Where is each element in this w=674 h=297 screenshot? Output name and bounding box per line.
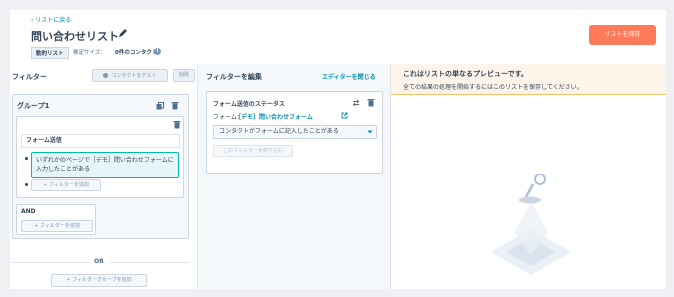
copy-icon[interactable] xyxy=(156,102,164,110)
chevron-down-icon xyxy=(367,130,373,134)
preview-description: 全ての結果の処理を開始するにはこのリストを保存してください。 xyxy=(403,84,583,91)
add-filter-group-button[interactable]: + フィルターグループを追加 xyxy=(51,274,147,287)
refine-filter-button[interactable]: このフィルターを絞り込む xyxy=(213,145,293,157)
preview-panel: これはリストの単なるプレビューです。 全ての結果の処理を開始するにはこのリストを… xyxy=(391,64,666,289)
trash-icon[interactable] xyxy=(171,101,179,110)
condition-select[interactable]: コンタクトがフォームに記入したことがある xyxy=(213,125,377,139)
person-icon xyxy=(103,73,109,78)
add-filter-bullet xyxy=(25,183,28,186)
form-status-title: フォーム送信のステータス xyxy=(213,101,285,108)
and-label: AND xyxy=(21,208,36,215)
group-title: グループ1 xyxy=(17,102,50,110)
filters-panel-header: フィルター コンタクトをテスト 削除 xyxy=(10,64,198,88)
or-divider-right xyxy=(110,262,190,263)
test-contact-label: コンタクトをテスト xyxy=(111,73,157,79)
filter-card: フォーム送信 いずれかのページで［デモ］問い合わせフォームに入力したことがある … xyxy=(16,116,184,198)
info-icon[interactable]: i xyxy=(154,48,161,55)
add-filter-button[interactable]: + フィルターを追加 xyxy=(31,179,101,191)
filter-editor-panel: フィルターを編集 エディターを閉じる フォーム送信のステータス フォーム： ［デ… xyxy=(198,64,391,289)
page-title: 問い合わせリスト xyxy=(31,30,119,43)
save-list-button[interactable]: リストを保存 xyxy=(589,25,656,45)
preview-title: これはリストの単なるプレビューです。 xyxy=(403,70,528,78)
magnifier-illustration xyxy=(491,174,571,275)
trash-icon[interactable] xyxy=(367,98,375,107)
swap-icon[interactable] xyxy=(352,99,360,107)
back-to-lists-link[interactable]: ‹ リストに戻る xyxy=(31,15,71,24)
condition-select-value: コンタクトがフォームに記入したことがある xyxy=(219,128,339,135)
or-label: OR xyxy=(94,258,104,265)
preview-banner: これはリストの単なるプレビューです。 全ての結果の処理を開始するにはこのリストを… xyxy=(391,64,666,95)
and-block: AND + フィルターを追加 xyxy=(16,204,96,235)
filters-panel: フィルター コンタクトをテスト 削除 グループ1 フォーム送信 いずれかのページ… xyxy=(10,64,198,289)
filter-group-card: グループ1 フォーム送信 いずれかのページで［デモ］問い合わせフォームに入力した… xyxy=(12,94,189,239)
external-link-icon[interactable] xyxy=(341,112,348,119)
delete-filters-button[interactable]: 削除 xyxy=(173,69,195,82)
edit-filter-title: フィルターを編集 xyxy=(206,73,262,81)
pencil-icon[interactable] xyxy=(117,27,129,39)
editor-filter-card: フォーム送信のステータス フォーム： ［デモ］問い合わせフォーム コンタクトがフ… xyxy=(206,91,383,174)
filter-type-label: フォーム送信 xyxy=(21,134,180,148)
or-divider-left xyxy=(12,262,90,263)
estimated-size-value: 0件のコンタクト xyxy=(115,50,158,56)
form-link[interactable]: ［デモ］問い合わせフォーム xyxy=(235,112,313,121)
estimated-size-label: 推定サイズ： xyxy=(73,50,106,56)
filters-title: フィルター xyxy=(12,73,47,81)
selected-filter-condition[interactable]: いずれかのページで［デモ］問い合わせフォームに入力したことがある xyxy=(31,152,179,178)
trash-icon[interactable] xyxy=(173,120,181,129)
add-and-filter-button[interactable]: + フィルターを追加 xyxy=(21,220,93,232)
test-contact-button[interactable]: コンタクトをテスト xyxy=(92,69,168,82)
list-header: ‹ リストに戻る 問い合わせリスト 動的リスト 推定サイズ： 0件のコンタクト … xyxy=(10,10,666,64)
condition-bullet xyxy=(25,157,28,160)
app-frame: ‹ リストに戻る 問い合わせリスト 動的リスト 推定サイズ： 0件のコンタクト … xyxy=(10,10,666,289)
close-editor-link[interactable]: エディターを閉じる xyxy=(322,72,376,81)
list-type-badge: 動的リスト xyxy=(31,47,69,59)
